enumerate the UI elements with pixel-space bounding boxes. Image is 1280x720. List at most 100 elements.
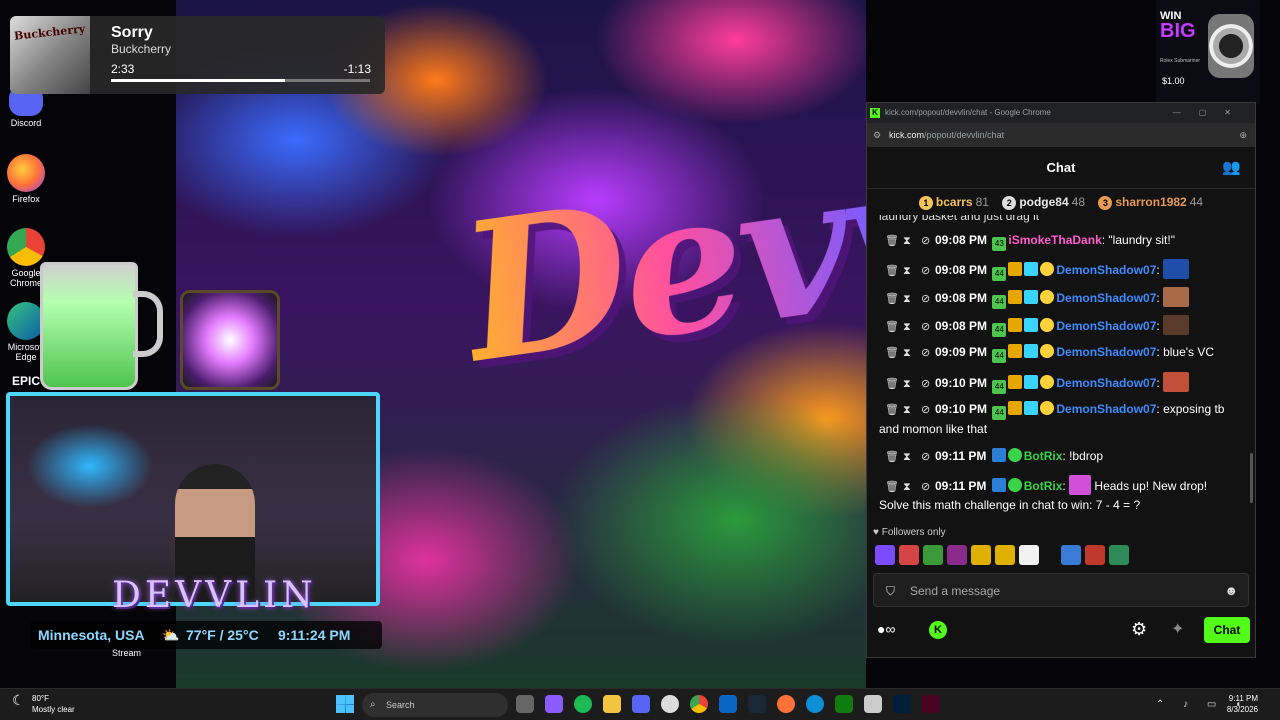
- trash-icon[interactable]: 🗑: [885, 478, 899, 496]
- store-icon[interactable]: [719, 695, 737, 713]
- message-username[interactable]: DemonShadow07: [1056, 376, 1156, 390]
- file-explorer-icon[interactable]: [603, 695, 621, 713]
- chat-message[interactable]: 🗑 ⧗ ⊘ 09:08 PM 44 DemonShadow07:: [879, 287, 1239, 309]
- shield-icon[interactable]: ⛉: [886, 574, 895, 608]
- spotify-icon[interactable]: [574, 695, 592, 713]
- steam-icon[interactable]: [748, 695, 766, 713]
- timeout-icon[interactable]: ⧗: [903, 478, 915, 496]
- chat-message[interactable]: 🗑 ⧗ ⊘ 09:10 PM 44 DemonShadow07: exposing tb…: [879, 400, 1239, 438]
- chat-scrollbar[interactable]: [1250, 453, 1253, 503]
- media-popup[interactable]: Buckcherry Sorry Buckcherry 2:33 -1:13: [10, 16, 385, 94]
- ban-icon[interactable]: ⊘: [921, 375, 933, 393]
- taskbar-clock[interactable]: 9:11 PM 8/3/2026: [1227, 693, 1258, 715]
- emote-icon[interactable]: [1109, 545, 1129, 565]
- emote-icon[interactable]: [923, 545, 943, 565]
- message-username[interactable]: DemonShadow07: [1056, 319, 1156, 333]
- emote-icon[interactable]: [995, 545, 1015, 565]
- weather-widget[interactable]: ☾ 80°F Mostly clear: [12, 693, 75, 715]
- chat-message[interactable]: 🗑 ⧗ ⊘ 09:09 PM 44 DemonShadow07: blue's VC: [879, 343, 1239, 363]
- users-icon[interactable]: 👥: [1222, 147, 1241, 189]
- start-logo-tile: [336, 695, 345, 704]
- timeout-icon[interactable]: ⧗: [903, 401, 915, 419]
- channel-points-icon[interactable]: ●∞: [877, 621, 895, 637]
- leaderboard-entry[interactable]: 2 podge84 48: [1002, 195, 1088, 210]
- firefox-icon: [7, 154, 45, 192]
- chrome-taskbar-icon[interactable]: [690, 695, 708, 713]
- trash-icon[interactable]: 🗑: [885, 448, 899, 466]
- message-username[interactable]: BotRix: [1024, 479, 1063, 493]
- kick-k-icon[interactable]: K: [929, 621, 947, 639]
- message-input[interactable]: ⛉ Send a message ☻: [873, 573, 1249, 607]
- window-titlebar[interactable]: K kick.com/popout/devvlin/chat - Google …: [867, 103, 1255, 123]
- task-view-icon[interactable]: [516, 695, 534, 713]
- zoom-icon[interactable]: ⊕: [1239, 123, 1247, 147]
- trash-icon[interactable]: 🗑: [885, 232, 899, 250]
- emote-icon[interactable]: [899, 545, 919, 565]
- chat-message[interactable]: 🗑 ⧗ ⊘ 09:11 PM BotRix: !bdrop: [879, 447, 1239, 466]
- chat-message[interactable]: 🗑 ⧗ ⊘ 09:10 PM 44 DemonShadow07:: [879, 372, 1239, 394]
- firefox-taskbar-icon[interactable]: [777, 695, 795, 713]
- message-username[interactable]: DemonShadow07: [1056, 291, 1156, 305]
- discord-taskbar-icon[interactable]: [632, 695, 650, 713]
- taskbar-search[interactable]: ⌕ Search: [362, 693, 508, 717]
- site-info-icon[interactable]: ⚙: [873, 123, 881, 147]
- chat-message[interactable]: 🗑 ⧗ ⊘ 09:08 PM 44 DemonShadow07:: [879, 315, 1239, 337]
- emoji-icon[interactable]: ☻: [1224, 574, 1238, 608]
- ban-icon[interactable]: ⊘: [921, 290, 933, 308]
- trash-icon[interactable]: 🗑: [885, 318, 899, 336]
- desktop-icon-firefox[interactable]: Firefox: [4, 154, 48, 204]
- ban-icon[interactable]: ⊘: [921, 344, 933, 362]
- message-username[interactable]: DemonShadow07: [1056, 345, 1156, 359]
- emote-icon[interactable]: [971, 545, 991, 565]
- trash-icon[interactable]: 🗑: [885, 290, 899, 308]
- message-username[interactable]: BotRix: [1024, 449, 1063, 463]
- address-bar[interactable]: ⚙ kick.com/popout/devvlin/chat ⊕: [867, 123, 1255, 147]
- emote-icon[interactable]: [1019, 545, 1039, 565]
- emote-icon[interactable]: [1085, 545, 1105, 565]
- message-username[interactable]: DemonShadow07: [1056, 402, 1156, 416]
- ban-icon[interactable]: ⊘: [921, 262, 933, 280]
- timeout-icon[interactable]: ⧗: [903, 232, 915, 250]
- ad-banner[interactable]: WIN BIG Rolex Submariner $1.00: [1156, 0, 1260, 104]
- timeout-icon[interactable]: ⧗: [903, 262, 915, 280]
- leaderboard-entry[interactable]: 3 sharron1982 44: [1098, 195, 1203, 210]
- trash-icon[interactable]: 🗑: [885, 344, 899, 362]
- ban-icon[interactable]: ⊘: [921, 318, 933, 336]
- timeout-icon[interactable]: ⧗: [903, 318, 915, 336]
- trash-icon[interactable]: 🗑: [885, 375, 899, 393]
- xbox-icon[interactable]: [835, 695, 853, 713]
- obs-icon[interactable]: [661, 695, 679, 713]
- chat-message-list[interactable]: laundry basket and just drag it 🗑 ⧗ ⊘ 09:08…: [867, 215, 1255, 517]
- ban-icon[interactable]: ⊘: [921, 401, 933, 419]
- edge-taskbar-icon[interactable]: [806, 695, 824, 713]
- trash-icon[interactable]: 🗑: [885, 401, 899, 419]
- message-username[interactable]: iSmokeThaDank: [1008, 233, 1101, 247]
- leaderboard-entry[interactable]: 1 bcarrs 81: [918, 195, 992, 210]
- ban-icon[interactable]: ⊘: [921, 448, 933, 466]
- gear-icon[interactable]: ⚙: [1131, 619, 1147, 640]
- ban-icon[interactable]: ⊘: [921, 232, 933, 250]
- notepad-icon[interactable]: [864, 695, 882, 713]
- puzzle-icon[interactable]: ✦: [1171, 619, 1184, 639]
- copilot-icon[interactable]: [545, 695, 563, 713]
- send-chat-button[interactable]: Chat: [1204, 617, 1250, 643]
- trash-icon[interactable]: 🗑: [885, 262, 899, 280]
- photoshop-icon[interactable]: [893, 695, 911, 713]
- emote-icon[interactable]: [1061, 545, 1081, 565]
- timeout-icon[interactable]: ⧗: [903, 344, 915, 362]
- chat-message[interactable]: 🗑 ⧗ ⊘ 09:11 PM BotRix: Heads up! New drop! S…: [879, 475, 1239, 514]
- indesign-icon[interactable]: [922, 695, 940, 713]
- crown-badge-icon: [1008, 375, 1023, 389]
- timeout-icon[interactable]: ⧗: [903, 375, 915, 393]
- emote-icon[interactable]: [947, 545, 967, 565]
- chat-message[interactable]: 🗑 ⧗ ⊘ 09:08 PM 44 DemonShadow07:: [879, 259, 1239, 281]
- ban-icon[interactable]: ⊘: [921, 478, 933, 496]
- start-button[interactable]: [336, 695, 354, 713]
- window-controls[interactable]: —▢✕: [1173, 103, 1249, 123]
- timeout-icon[interactable]: ⧗: [903, 290, 915, 308]
- chat-message[interactable]: 🗑 ⧗ ⊘ 09:08 PM 43 iSmokeThaDank: "laundry si…: [879, 231, 1239, 251]
- message-username[interactable]: DemonShadow07: [1056, 263, 1156, 277]
- emote-icon[interactable]: [875, 545, 895, 565]
- timeout-icon[interactable]: ⧗: [903, 448, 915, 466]
- progress-bar[interactable]: [111, 79, 370, 82]
